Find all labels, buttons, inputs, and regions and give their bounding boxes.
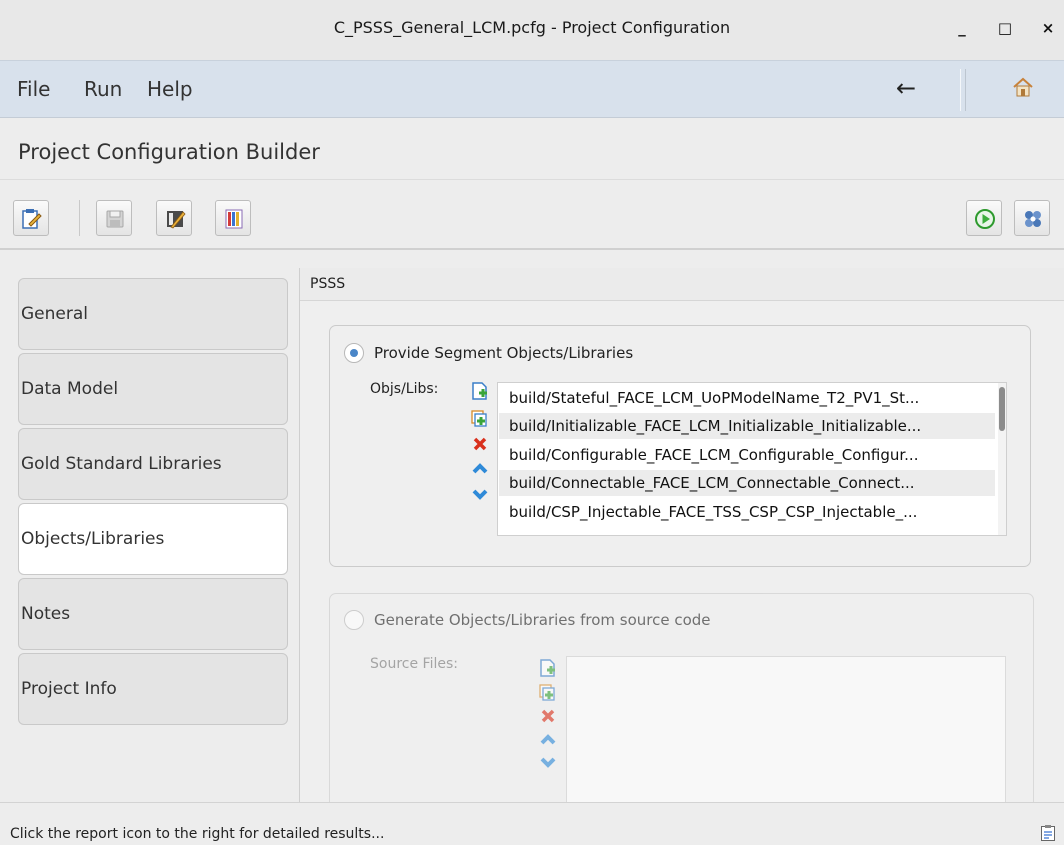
menu-separator [960,69,966,111]
builder-header: Project Configuration Builder [0,124,1064,180]
source-files-label: Source Files: [370,656,458,672]
scrollbar-thumb[interactable] [999,387,1005,431]
save-icon[interactable] [96,200,132,236]
sidebar-item-general[interactable]: General [18,278,288,350]
settings-icon[interactable] [1014,200,1050,236]
menu-run[interactable]: Run [84,77,122,101]
generate-group: Generate Objects/Libraries from source c… [329,593,1034,824]
arrow-left-icon[interactable]: ← [896,74,916,102]
list-item[interactable]: build/Configurable_FACE_LCM_Configurable… [499,442,995,468]
sidebar-item-label: Gold Standard Libraries [21,454,222,474]
save-as-icon[interactable] [156,200,192,236]
move-up-icon[interactable] [470,459,490,479]
list-item[interactable]: build/Initializable_FACE_LCM_Initializab… [499,413,995,439]
sidebar-item-label: Objects/Libraries [21,529,165,549]
window-title: C_PSSS_General_LCM.pcfg - Project Config… [333,18,731,37]
sidebar-item-gold-standard-libraries[interactable]: Gold Standard Libraries [18,428,288,500]
section-header: PSSS [300,268,1064,300]
home-icon[interactable] [1012,76,1034,102]
content-body: Provide Segment Objects/Libraries Objs/L… [300,300,1064,824]
sidebar-item-label: Data Model [21,379,119,399]
section-title: PSSS [310,276,346,292]
move-down-icon[interactable] [470,484,490,504]
source-files-list[interactable] [566,656,1006,824]
report-icon[interactable] [1040,824,1056,845]
menu-bar: File Run Help ← [0,60,1064,118]
delete-icon[interactable] [470,434,490,454]
sidebar-item-label: Project Info [21,679,117,699]
minimize-button[interactable]: _ [950,16,974,40]
sidebar-item-label: Notes [21,604,71,624]
provide-radio-label: Provide Segment Objects/Libraries [374,344,634,362]
maximize-button[interactable]: □ [993,16,1017,40]
add-file-icon[interactable] [538,658,558,678]
menu-file[interactable]: File [17,77,50,101]
add-file-icon[interactable] [470,381,490,401]
list-scrollbar[interactable] [998,383,1006,535]
list-item[interactable]: build/Stateful_FACE_LCM_UoPModelName_T2_… [499,385,995,411]
toolbar [0,186,1064,250]
move-down-icon[interactable] [538,752,558,772]
sidebar-item-notes[interactable]: Notes [18,578,288,650]
add-folder-icon[interactable] [538,682,558,702]
generate-radio-label: Generate Objects/Libraries from source c… [374,611,711,629]
sidebar-item-label: General [21,304,88,324]
add-folder-icon[interactable] [470,408,490,428]
objs-libs-label: Objs/Libs: [370,381,439,397]
delete-icon[interactable] [538,706,558,726]
close-button[interactable]: × [1036,16,1060,40]
list-item[interactable]: build/Connectable_FACE_LCM_Connectable_C… [499,470,995,496]
page-title: Project Configuration Builder [18,140,320,164]
list-item[interactable]: build/CSP_Injectable_FACE_TSS_CSP_CSP_In… [499,499,995,525]
objs-libs-list[interactable]: build/Stateful_FACE_LCM_UoPModelName_T2_… [497,382,1007,536]
status-message: Click the report icon to the right for d… [10,826,385,842]
move-up-icon[interactable] [538,730,558,750]
toolbar-separator [79,200,80,236]
sidebar-item-project-info[interactable]: Project Info [18,653,288,725]
provide-group: Provide Segment Objects/Libraries Objs/L… [329,325,1031,567]
menu-help[interactable]: Help [147,77,193,101]
sidebar-item-data-model[interactable]: Data Model [18,353,288,425]
provide-radio[interactable] [344,343,364,363]
edit-config-icon[interactable] [13,200,49,236]
title-bar: C_PSSS_General_LCM.pcfg - Project Config… [0,0,1064,60]
sidebar-item-objects-libraries[interactable]: Objects/Libraries [18,503,288,575]
content-panel: PSSS Provide Segment Objects/Libraries O… [299,268,1064,824]
generate-radio[interactable] [344,610,364,630]
run-icon[interactable] [966,200,1002,236]
status-bar: Click the report icon to the right for d… [0,802,1064,845]
report-chart-icon[interactable] [215,200,251,236]
